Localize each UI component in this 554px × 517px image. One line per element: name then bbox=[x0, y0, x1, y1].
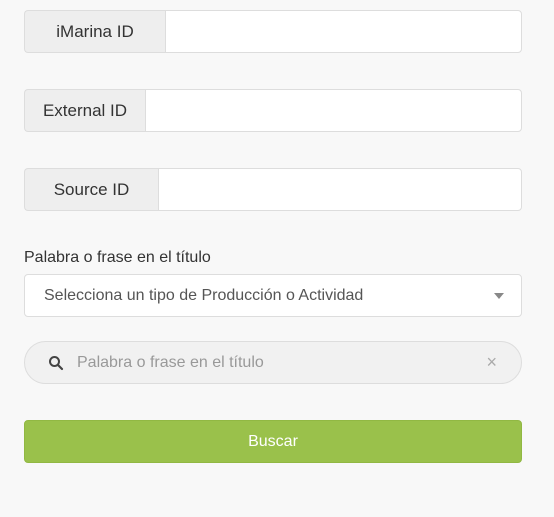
title-search-box: × bbox=[24, 341, 522, 384]
source-id-label: Source ID bbox=[24, 168, 158, 211]
title-search-input[interactable] bbox=[77, 342, 477, 383]
external-id-group: External ID bbox=[24, 89, 522, 132]
external-id-input[interactable] bbox=[145, 89, 522, 132]
source-id-group: Source ID bbox=[24, 168, 522, 211]
close-icon[interactable]: × bbox=[486, 352, 497, 372]
external-id-label: External ID bbox=[24, 89, 145, 132]
title-filter-label: Palabra o frase en el título bbox=[24, 249, 211, 266]
imarina-id-group: iMarina ID bbox=[24, 10, 522, 53]
imarina-id-label: iMarina ID bbox=[24, 10, 165, 53]
search-button[interactable]: Buscar bbox=[24, 420, 522, 463]
imarina-id-input[interactable] bbox=[165, 10, 522, 53]
production-type-select[interactable]: Selecciona un tipo de Producción o Activ… bbox=[24, 274, 522, 317]
source-id-input[interactable] bbox=[158, 168, 522, 211]
search-icon bbox=[49, 356, 64, 371]
production-type-select-placeholder: Selecciona un tipo de Producción o Activ… bbox=[44, 286, 364, 304]
chevron-down-icon bbox=[494, 293, 504, 299]
